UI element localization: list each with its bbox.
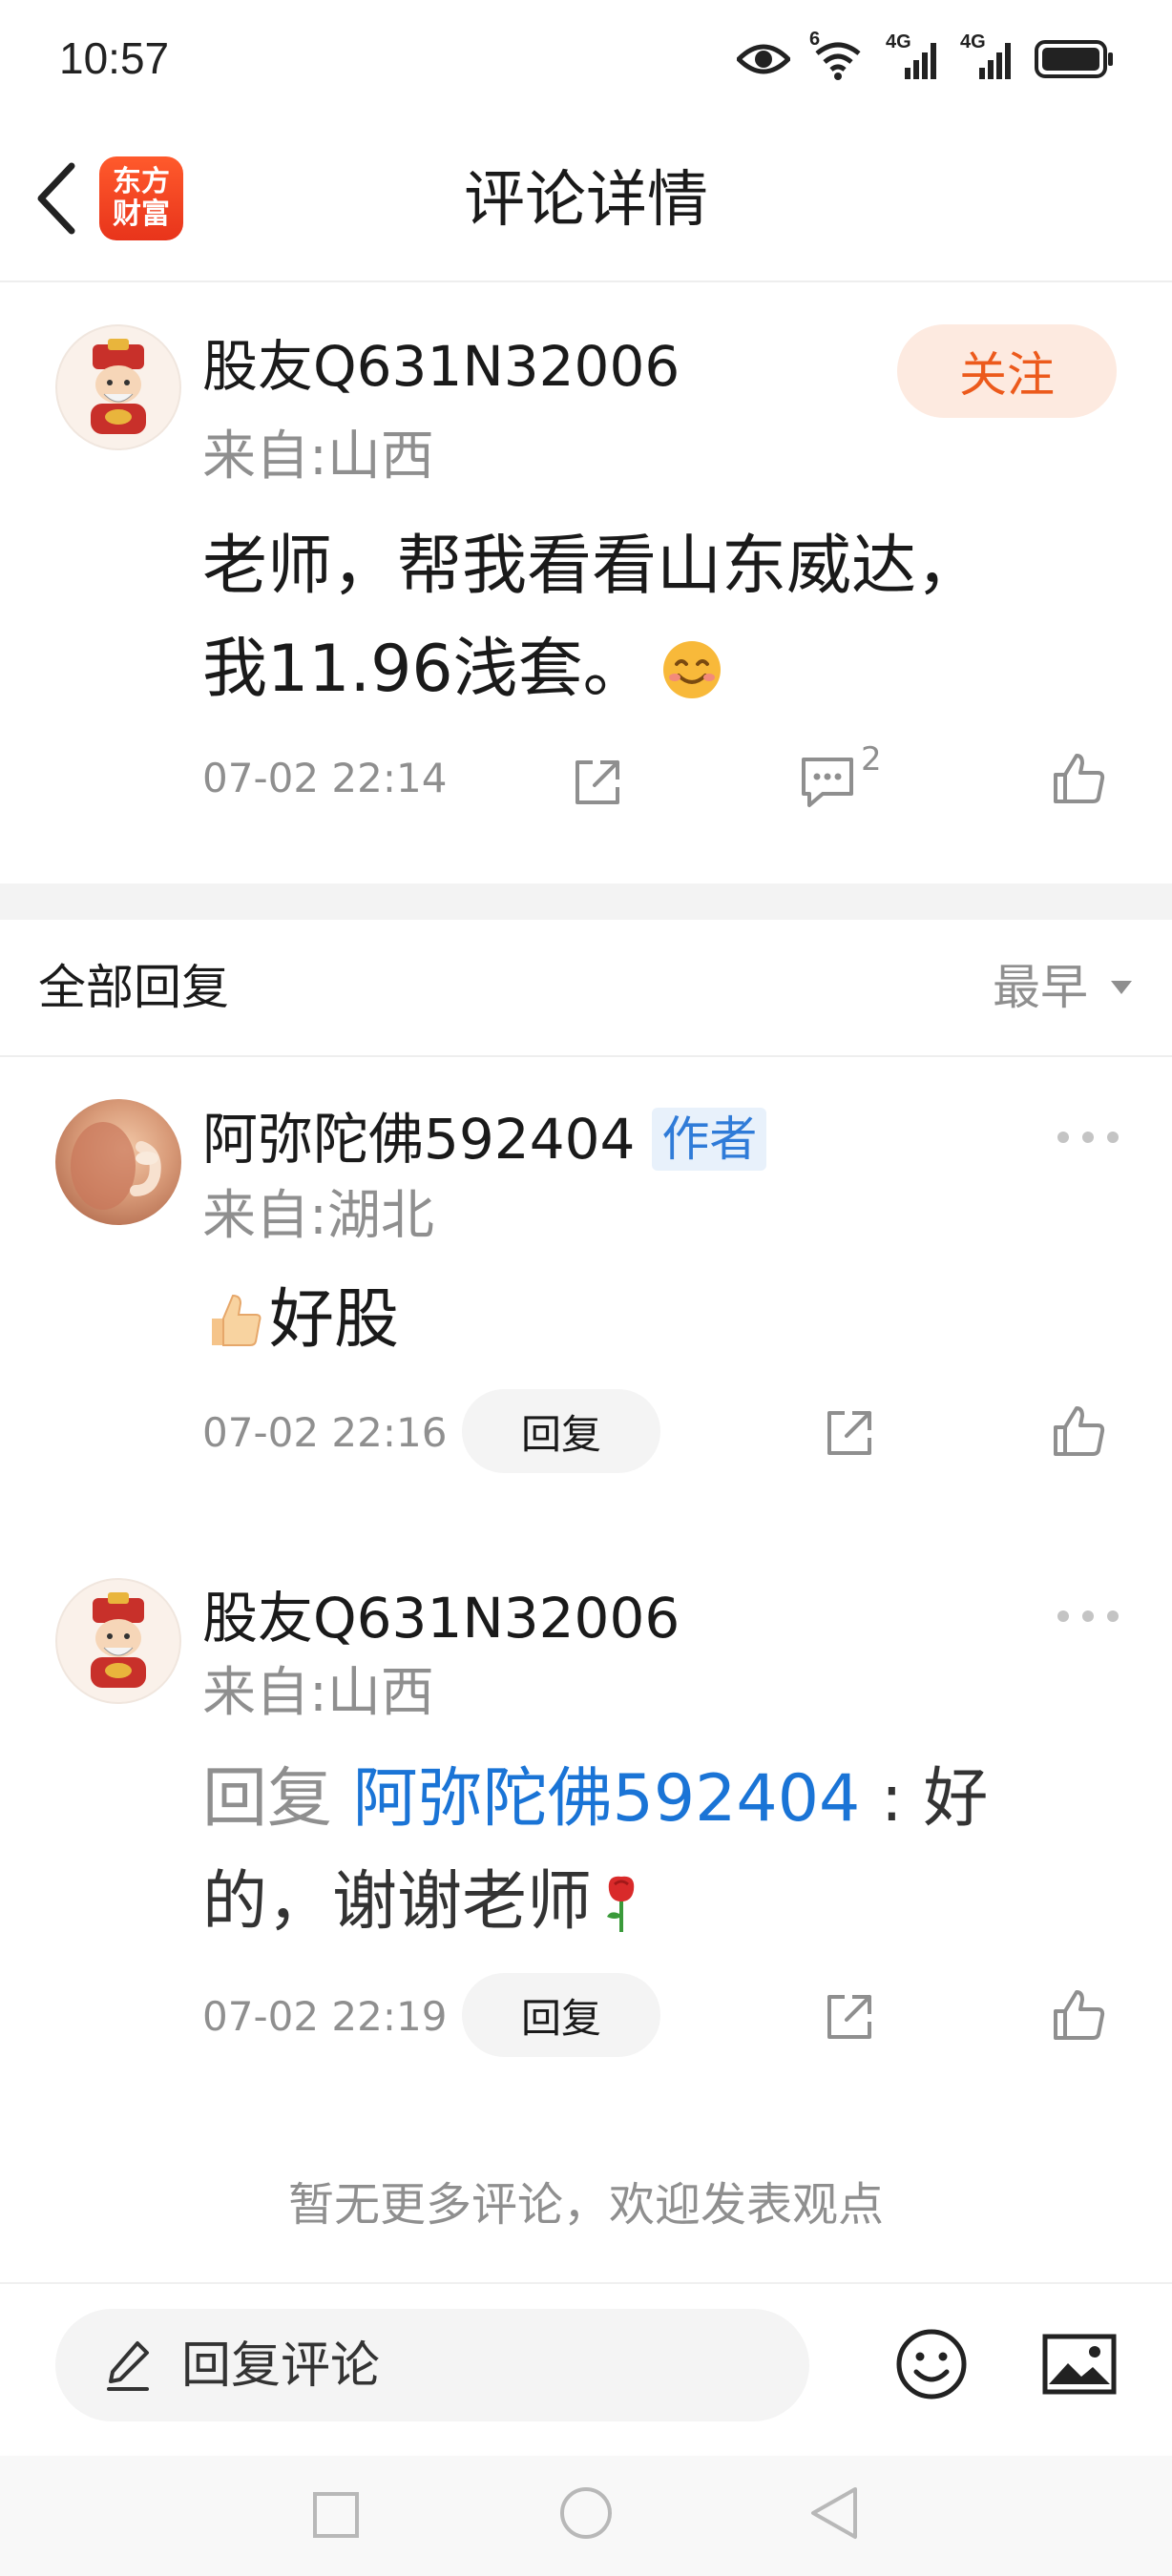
eye-icon (737, 44, 790, 74)
thumbs-up-icon (1054, 1406, 1105, 1456)
wifi-icon: 6 (809, 29, 865, 80)
like-button[interactable] (1044, 1397, 1113, 1465)
no-more-comments-note: 暂无更多评论，欢迎发表观点 (287, 2178, 884, 2232)
reply-button[interactable]: 回复 (462, 1973, 660, 2057)
pencil-icon (107, 2341, 149, 2391)
recent-apps-button[interactable] (302, 2481, 370, 2549)
more-options-button[interactable] (1057, 1128, 1119, 1147)
home-button[interactable] (552, 2479, 620, 2547)
reply-button[interactable]: 回复 (462, 1389, 660, 1473)
signal-4g-icon: 4G (960, 31, 1014, 81)
reply-content-line1: 回复 阿弥陀佛592404 : 好 (202, 1748, 988, 1851)
comment-count: 2 (861, 740, 882, 779)
thumbs-up-emoji-icon (212, 1294, 262, 1346)
reply-content: 好股 (269, 1282, 400, 1358)
status-icons: 6 4G 4G (737, 29, 1115, 86)
reply-content-a: 好 (923, 1761, 989, 1837)
image-button[interactable] (1036, 2324, 1122, 2404)
more-options-button[interactable] (1057, 1607, 1119, 1626)
buddha-avatar-icon (71, 1122, 161, 1210)
reply-username[interactable]: 阿弥陀佛592404 (202, 1105, 635, 1174)
post-content-line2-wrap: 我11.96浅套。 (202, 618, 722, 721)
thumbs-up-icon (1054, 754, 1105, 803)
post-avatar[interactable] (55, 324, 181, 450)
reply-mention-link[interactable]: 阿弥陀佛592404 (353, 1761, 861, 1837)
post-content-line2: 我11.96浅套。 (202, 632, 648, 707)
share-button[interactable] (563, 748, 632, 817)
section-separator (0, 883, 1172, 920)
reply-avatar[interactable] (55, 1578, 181, 1704)
post-timestamp: 07-02 22:14 (202, 755, 448, 801)
like-button[interactable] (1044, 744, 1113, 813)
sort-dropdown[interactable]: 最早 (993, 956, 1134, 1019)
thumbs-up-icon (1054, 1990, 1105, 2040)
post-content-line1: 老师，帮我看看山东威达， (202, 529, 982, 604)
nav-back-button[interactable] (800, 2479, 869, 2547)
reply-prefix: 回复 (202, 1761, 333, 1837)
caret-down-icon (1111, 981, 1132, 994)
follow-button[interactable]: 关注 (897, 324, 1117, 418)
share-button[interactable] (815, 1399, 884, 1467)
caishen-avatar-icon (91, 1592, 146, 1688)
like-button[interactable] (1044, 1981, 1113, 2049)
reply-comment-placeholder: 回复评论 (181, 2337, 381, 2395)
page-title: 评论详情 (464, 165, 708, 236)
comment-button[interactable]: 2 (798, 740, 903, 817)
reply-location: 来自:湖北 (202, 1185, 434, 1247)
reply-username[interactable]: 股友Q631N32006 (202, 1584, 680, 1652)
reply-content-wrap: 好股 (202, 1269, 399, 1372)
rose-emoji-icon (607, 1876, 635, 1932)
sort-divider (0, 1055, 1172, 1057)
signal-4g-icon: 4G (886, 31, 939, 81)
reply-header-1: 阿弥陀佛592404 作者 (202, 1105, 767, 1174)
reply-timestamp: 07-02 22:19 (202, 1993, 448, 2040)
reply-content-b: 的，谢谢老师 (202, 1864, 593, 1940)
header-divider (0, 280, 1172, 282)
reply-content-line2: 的，谢谢老师 (202, 1851, 645, 1954)
comment-icon (802, 758, 853, 807)
share-button[interactable] (815, 1983, 884, 2051)
share-icon (576, 760, 619, 804)
wifi-label: 6 (809, 29, 821, 50)
reply-avatar[interactable] (55, 1099, 181, 1225)
triangle-back-icon (811, 2487, 857, 2539)
reply-timestamp: 07-02 22:16 (202, 1409, 448, 1456)
share-icon (827, 1411, 871, 1455)
caishen-avatar-icon (91, 339, 146, 434)
reply-comment-input[interactable] (55, 2309, 809, 2421)
share-icon (827, 1995, 871, 2039)
all-replies-title: 全部回复 (38, 960, 229, 1015)
battery-icon (1035, 40, 1113, 78)
post-location: 来自:山西 (202, 426, 434, 488)
reply-separator: : (860, 1761, 924, 1837)
emoji-button[interactable] (891, 2324, 972, 2404)
smile-emoji-icon (662, 641, 721, 698)
status-time: 10:57 (59, 33, 170, 83)
author-badge: 作者 (652, 1108, 767, 1171)
emoji-icon (896, 2329, 967, 2399)
reply-location: 来自:山西 (202, 1662, 434, 1724)
square-icon (313, 2492, 359, 2538)
circle-icon (560, 2487, 612, 2539)
sort-label: 最早 (993, 960, 1088, 1015)
post-username[interactable]: 股友Q631N32006 (202, 332, 680, 401)
image-icon (1042, 2334, 1117, 2395)
